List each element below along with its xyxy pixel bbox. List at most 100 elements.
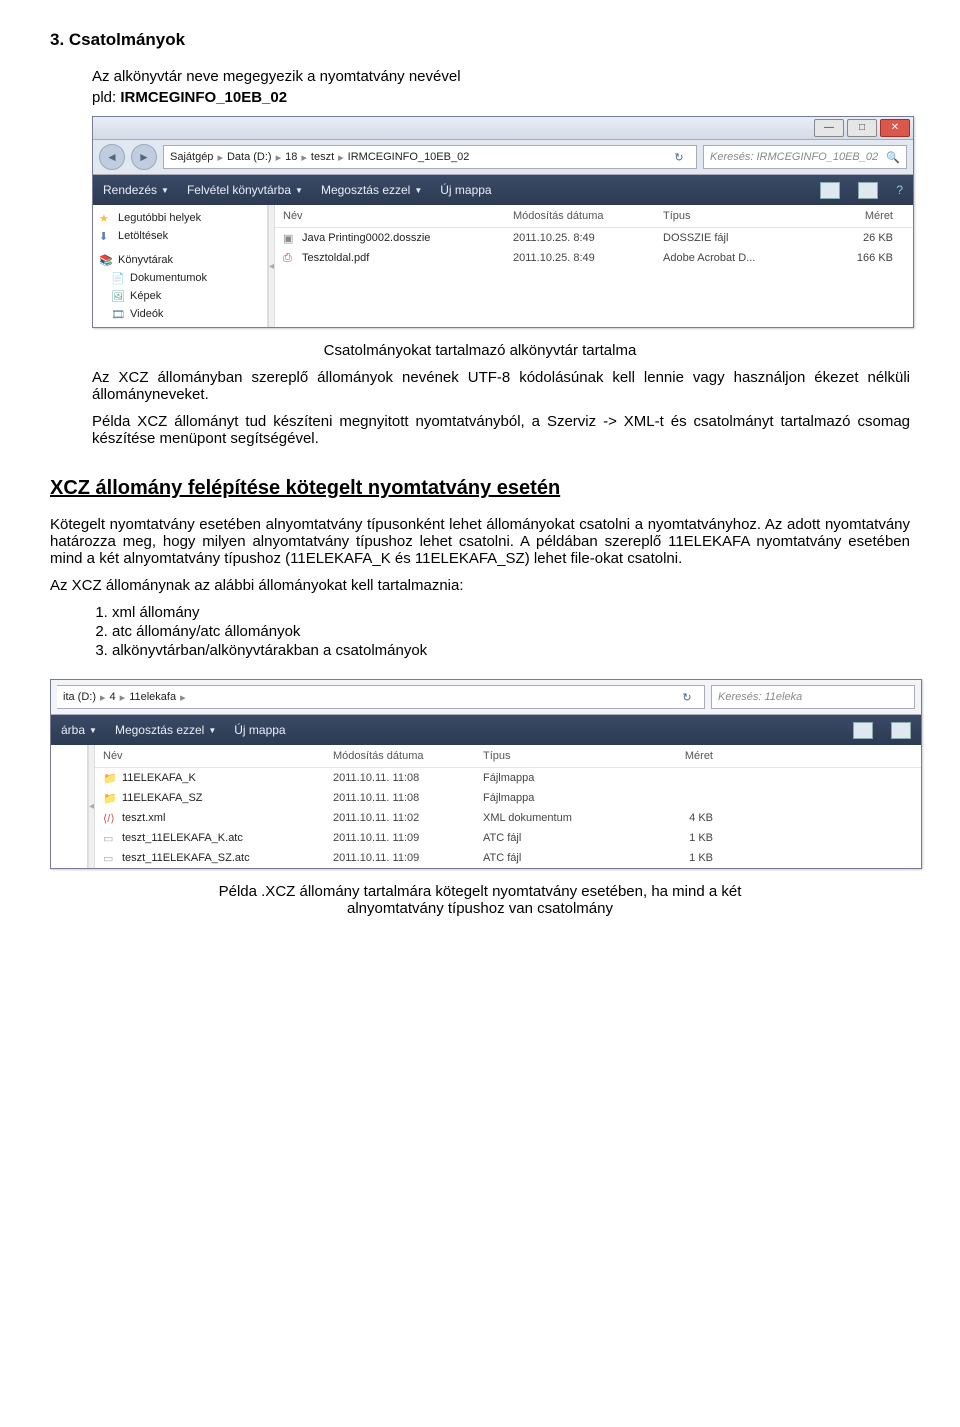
list-item: alkönyvtárban/alkönyvtárakban a csatolmá… bbox=[112, 642, 910, 659]
chevron-right-icon: ▸ bbox=[338, 151, 344, 164]
crumb-segment[interactable]: 18 bbox=[285, 151, 297, 163]
nav-pictures[interactable]: 🖼Képek bbox=[99, 287, 267, 305]
col-modified[interactable]: Módosítás dátuma bbox=[513, 210, 663, 222]
close-button[interactable]: ✕ bbox=[880, 119, 910, 137]
chevron-right-icon: ▸ bbox=[217, 151, 223, 164]
crumb-segment[interactable]: ita (D:) bbox=[63, 691, 96, 703]
back-button[interactable]: ◄ bbox=[99, 144, 125, 170]
file-modified: 2011.10.11. 11:02 bbox=[333, 812, 483, 824]
search-placeholder: Keresés: IRMCEGINFO_10EB_02 bbox=[710, 151, 878, 163]
file-row[interactable]: ▭teszt_11ELEKAFA_SZ.atc 2011.10.11. 11:0… bbox=[95, 848, 921, 868]
folder-icon: 📁 bbox=[103, 792, 117, 804]
chevron-right-icon: ▸ bbox=[120, 691, 126, 704]
address-bar: ◄ ► Sajátgép▸ Data (D:)▸ 18▸ teszt▸ IRMC… bbox=[93, 140, 913, 175]
breadcrumb[interactable]: ita (D:)▸ 4▸ 11elekafa▸ ↻ bbox=[57, 685, 705, 709]
help-icon[interactable]: ? bbox=[896, 183, 903, 197]
col-size[interactable]: Méret bbox=[813, 210, 913, 222]
chevron-right-icon: ▸ bbox=[100, 691, 106, 704]
caption-2-line2: alnyomtatvány típushoz van csatolmány bbox=[347, 900, 613, 917]
col-size[interactable]: Méret bbox=[633, 750, 733, 762]
file-size: 4 KB bbox=[633, 812, 733, 824]
col-name[interactable]: Név bbox=[275, 210, 513, 222]
toolbar-add-to-library[interactable]: Felvétel könyvtárba▼ bbox=[187, 183, 303, 197]
col-name[interactable]: Név bbox=[95, 750, 333, 762]
nav-videos[interactable]: 🎞Videók bbox=[99, 305, 267, 323]
titlebar: — □ ✕ bbox=[93, 117, 913, 140]
preview-pane-icon[interactable] bbox=[891, 722, 911, 739]
nav-pane-collapsed bbox=[51, 745, 88, 868]
file-icon: ▭ bbox=[103, 832, 117, 844]
view-options-icon[interactable] bbox=[853, 722, 873, 739]
intro-line-2: pld: IRMCEGINFO_10EB_02 bbox=[92, 89, 910, 106]
file-size: 1 KB bbox=[633, 832, 733, 844]
file-name: teszt_11ELEKAFA_SZ.atc bbox=[122, 852, 250, 864]
toolbar-share[interactable]: Megosztás ezzel▼ bbox=[321, 183, 422, 197]
nav-pane: ★Legutóbbi helyek ⬇Letöltések 📚Könyvtára… bbox=[93, 205, 268, 327]
file-name: 11ELEKAFA_K bbox=[122, 772, 196, 784]
toolbar-new-folder[interactable]: Új mappa bbox=[440, 183, 491, 197]
downloads-icon: ⬇ bbox=[99, 230, 113, 242]
file-row[interactable]: ▭teszt_11ELEKAFA_K.atc 2011.10.11. 11:09… bbox=[95, 828, 921, 848]
pictures-icon: 🖼 bbox=[111, 290, 125, 302]
search-icon: 🔍 bbox=[886, 151, 900, 164]
address-bar: ita (D:)▸ 4▸ 11elekafa▸ ↻ Keresés: 11ele… bbox=[51, 680, 921, 715]
explorer-toolbar: Rendezés▼ Felvétel könyvtárba▼ Megosztás… bbox=[93, 175, 913, 205]
file-name: Tesztoldal.pdf bbox=[302, 252, 369, 264]
view-options-icon[interactable] bbox=[820, 182, 840, 199]
file-size: 26 KB bbox=[813, 232, 913, 244]
maximize-button[interactable]: □ bbox=[847, 119, 877, 137]
refresh-icon[interactable]: ↻ bbox=[676, 691, 698, 704]
col-modified[interactable]: Módosítás dátuma bbox=[333, 750, 483, 762]
file-name: teszt_11ELEKAFA_K.atc bbox=[122, 832, 243, 844]
documents-icon: 📄 bbox=[111, 272, 125, 284]
caption-2: Példa .XCZ állomány tartalmára kötegelt … bbox=[50, 883, 910, 917]
file-list: Név Módosítás dátuma Típus Méret 📁11ELEK… bbox=[95, 745, 921, 868]
refresh-icon[interactable]: ↻ bbox=[668, 151, 690, 164]
toolbar-add-to-library[interactable]: árba▼ bbox=[61, 723, 97, 737]
nav-recent[interactable]: ★Legutóbbi helyek bbox=[99, 209, 267, 227]
col-type[interactable]: Típus bbox=[663, 210, 813, 222]
file-icon: ▭ bbox=[103, 852, 117, 864]
crumb-segment[interactable]: IRMCEGINFO_10EB_02 bbox=[348, 151, 470, 163]
file-icon: ▣ bbox=[283, 232, 297, 244]
file-row[interactable]: 📁11ELEKAFA_K 2011.10.11. 11:08 Fájlmappa bbox=[95, 768, 921, 788]
paragraph-example: Példa XCZ állományt tud készíteni megnyi… bbox=[92, 413, 910, 447]
recent-icon: ★ bbox=[99, 212, 113, 224]
splitter[interactable]: ◂ bbox=[268, 205, 275, 327]
toolbar-share[interactable]: Megosztás ezzel▼ bbox=[115, 723, 216, 737]
search-placeholder: Keresés: 11eleka bbox=[718, 691, 802, 703]
search-input[interactable]: Keresés: IRMCEGINFO_10EB_02 🔍 bbox=[703, 145, 907, 169]
search-input[interactable]: Keresés: 11eleka bbox=[711, 685, 915, 709]
preview-pane-icon[interactable] bbox=[858, 182, 878, 199]
splitter[interactable]: ◂ bbox=[88, 745, 95, 868]
nav-documents[interactable]: 📄Dokumentumok bbox=[99, 269, 267, 287]
breadcrumb[interactable]: Sajátgép▸ Data (D:)▸ 18▸ teszt▸ IRMCEGIN… bbox=[163, 145, 697, 169]
explorer-content: ◂ Név Módosítás dátuma Típus Méret 📁11EL… bbox=[51, 745, 921, 868]
file-name: teszt.xml bbox=[122, 812, 165, 824]
minimize-button[interactable]: — bbox=[814, 119, 844, 137]
crumb-segment[interactable]: 4 bbox=[110, 691, 116, 703]
paragraph-must-contain: Az XCZ állománynak az alábbi állományoka… bbox=[50, 577, 910, 594]
toolbar-organize[interactable]: Rendezés▼ bbox=[103, 183, 169, 197]
toolbar-new-folder[interactable]: Új mappa bbox=[234, 723, 285, 737]
libraries-icon: 📚 bbox=[99, 254, 113, 266]
col-type[interactable]: Típus bbox=[483, 750, 633, 762]
crumb-segment[interactable]: 11elekafa bbox=[129, 691, 176, 703]
file-row[interactable]: 📁11ELEKAFA_SZ 2011.10.11. 11:08 Fájlmapp… bbox=[95, 788, 921, 808]
nav-libraries[interactable]: 📚Könyvtárak bbox=[99, 251, 267, 269]
explorer-content: ★Legutóbbi helyek ⬇Letöltések 📚Könyvtára… bbox=[93, 205, 913, 327]
forward-button[interactable]: ► bbox=[131, 144, 157, 170]
nav-downloads[interactable]: ⬇Letöltések bbox=[99, 227, 267, 245]
crumb-segment[interactable]: teszt bbox=[311, 151, 334, 163]
crumb-segment[interactable]: Data (D:) bbox=[227, 151, 272, 163]
pdf-icon: ⎙ bbox=[283, 252, 297, 264]
file-row[interactable]: ⎙Tesztoldal.pdf 2011.10.25. 8:49 Adobe A… bbox=[275, 248, 913, 268]
file-row[interactable]: ▣Java Printing0002.dosszie 2011.10.25. 8… bbox=[275, 228, 913, 248]
crumb-segment[interactable]: Sajátgép bbox=[170, 151, 213, 163]
xml-icon: ⟨/⟩ bbox=[103, 812, 117, 824]
file-type: DOSSZIE fájl bbox=[663, 232, 813, 244]
intro-pld: pld: bbox=[92, 89, 120, 106]
file-row[interactable]: ⟨/⟩teszt.xml 2011.10.11. 11:02 XML dokum… bbox=[95, 808, 921, 828]
chevron-right-icon: ▸ bbox=[301, 151, 307, 164]
section-heading-kotegelt: XCZ állomány felépítése kötegelt nyomtat… bbox=[50, 477, 910, 500]
